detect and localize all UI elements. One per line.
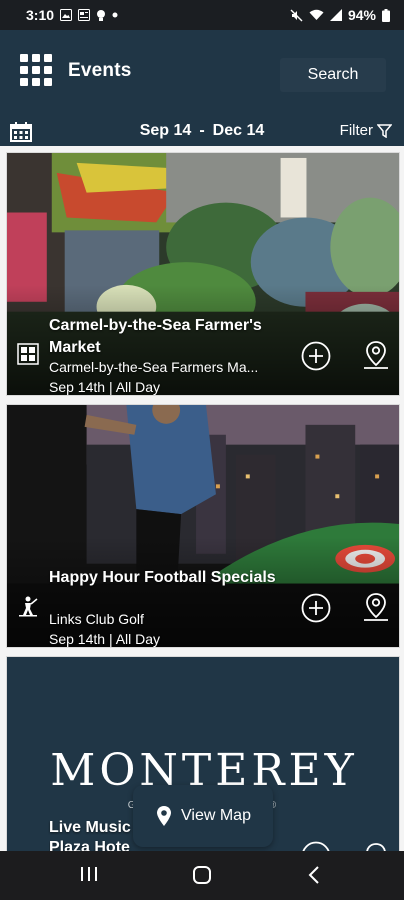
grid-menu-icon[interactable] — [20, 54, 52, 86]
status-time: 3:10 — [26, 7, 55, 23]
map-pin-icon[interactable] — [361, 841, 391, 851]
map-pin-icon[interactable] — [361, 339, 391, 371]
status-bar: 3:10 94% — [0, 0, 404, 30]
golfer-category-icon — [19, 596, 38, 617]
date-separator: - — [199, 122, 205, 139]
add-plus-icon[interactable] — [301, 841, 331, 851]
battery-icon — [382, 8, 390, 22]
start-date: Sep 14 — [139, 122, 192, 139]
image-notification-icon — [60, 9, 73, 21]
add-plus-icon[interactable] — [301, 593, 331, 623]
recents-icon[interactable] — [80, 865, 98, 883]
event-title: Carmel-by-the-Sea Farmer's Market — [49, 317, 262, 356]
filter-funnel-icon — [377, 123, 392, 138]
battery-percent: 94% — [347, 7, 376, 23]
bulb-notification-icon — [97, 9, 106, 21]
event-date: Sep 14th | All Day — [49, 379, 161, 395]
news-notification-icon — [78, 9, 91, 21]
search-button[interactable]: Search — [280, 58, 386, 92]
view-map-label: View Map — [181, 807, 251, 824]
filter-label: Filter — [339, 122, 373, 139]
view-map-button[interactable]: View Map — [133, 785, 273, 847]
map-pin-icon[interactable] — [361, 591, 391, 623]
event-venue: Links Club Golf — [49, 611, 144, 627]
event-title: Happy Hour Football Specials — [49, 569, 276, 586]
mute-icon — [290, 9, 303, 21]
event-list[interactable]: Carmel-by-the-Sea Farmer's Market Carmel… — [0, 146, 404, 851]
filter-button[interactable]: Filter — [340, 122, 392, 139]
date-filter-row: Sep 14- Dec 14 Filter — [0, 118, 404, 146]
event-card[interactable]: Carmel-by-the-Sea Farmer's Market Carmel… — [6, 152, 400, 396]
event-date: Sep 14th | All Day — [49, 631, 161, 647]
event-venue: Carmel-by-the-Sea Farmers Ma... — [49, 359, 259, 375]
app-bar: Events Search — [0, 30, 404, 118]
map-marker-icon — [157, 806, 172, 826]
back-icon[interactable] — [306, 865, 322, 885]
signal-icon — [329, 9, 342, 21]
system-nav-bar — [0, 851, 404, 900]
end-date: Dec 14 — [212, 122, 265, 139]
wifi-icon — [309, 9, 324, 20]
page-title: Events — [68, 60, 132, 81]
home-icon[interactable] — [192, 865, 212, 885]
dot-notification-icon — [112, 12, 118, 18]
add-plus-icon[interactable] — [301, 341, 331, 371]
event-card[interactable]: Happy Hour Football Specials Links Club … — [6, 404, 400, 648]
market-category-icon — [17, 343, 39, 365]
